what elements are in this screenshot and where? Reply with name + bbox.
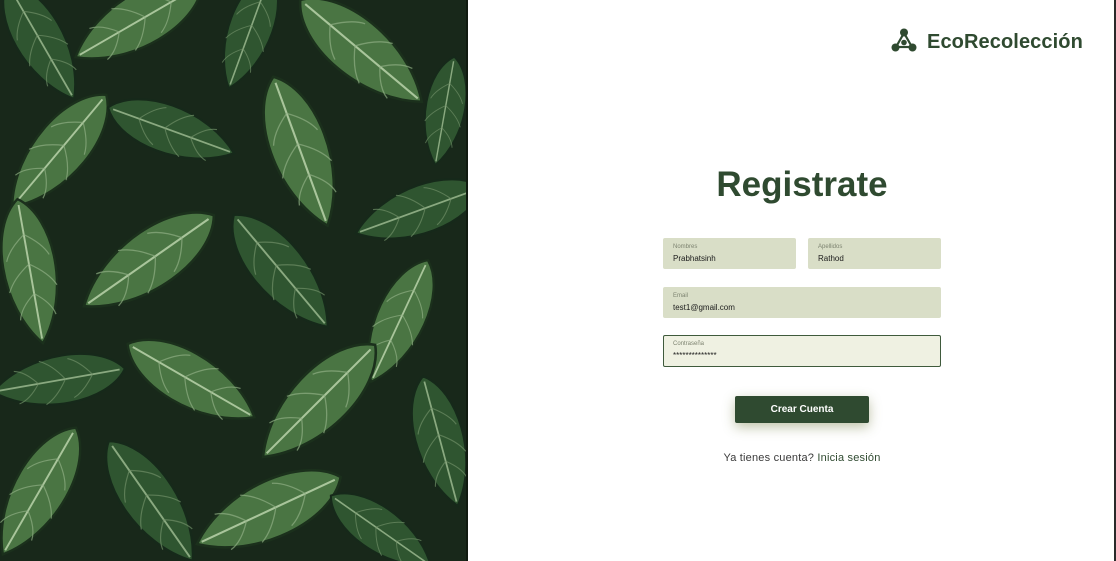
panel-divider — [466, 0, 468, 561]
recycle-nodes-icon — [891, 28, 917, 57]
signin-row: Ya tienes cuenta? Inicia sesión — [663, 452, 941, 464]
nombres-label: Nombres — [673, 244, 698, 250]
apellidos-label: Apellidos — [818, 244, 843, 250]
page-title: Registrate — [716, 165, 888, 204]
email-label: Email — [673, 293, 689, 299]
password-label: Contraseña — [673, 341, 705, 347]
signin-prompt: Ya tienes cuenta? — [723, 452, 815, 464]
nombres-input[interactable] — [673, 254, 786, 263]
apellidos-field[interactable]: Apellidos — [808, 238, 941, 269]
hero-leaves-image — [0, 0, 466, 561]
signin-link[interactable]: Inicia sesión — [817, 452, 880, 464]
nombres-field[interactable]: Nombres — [663, 238, 796, 269]
email-field[interactable]: Email — [663, 287, 941, 318]
apellidos-input[interactable] — [818, 254, 931, 263]
password-field[interactable]: Contraseña — [663, 335, 941, 367]
brand-logo[interactable]: EcoRecolección — [891, 28, 1083, 57]
create-account-button[interactable]: Crear Cuenta — [735, 396, 869, 423]
email-input[interactable] — [673, 303, 931, 312]
brand-name: EcoRecolección — [927, 30, 1083, 53]
password-input[interactable] — [673, 351, 931, 360]
